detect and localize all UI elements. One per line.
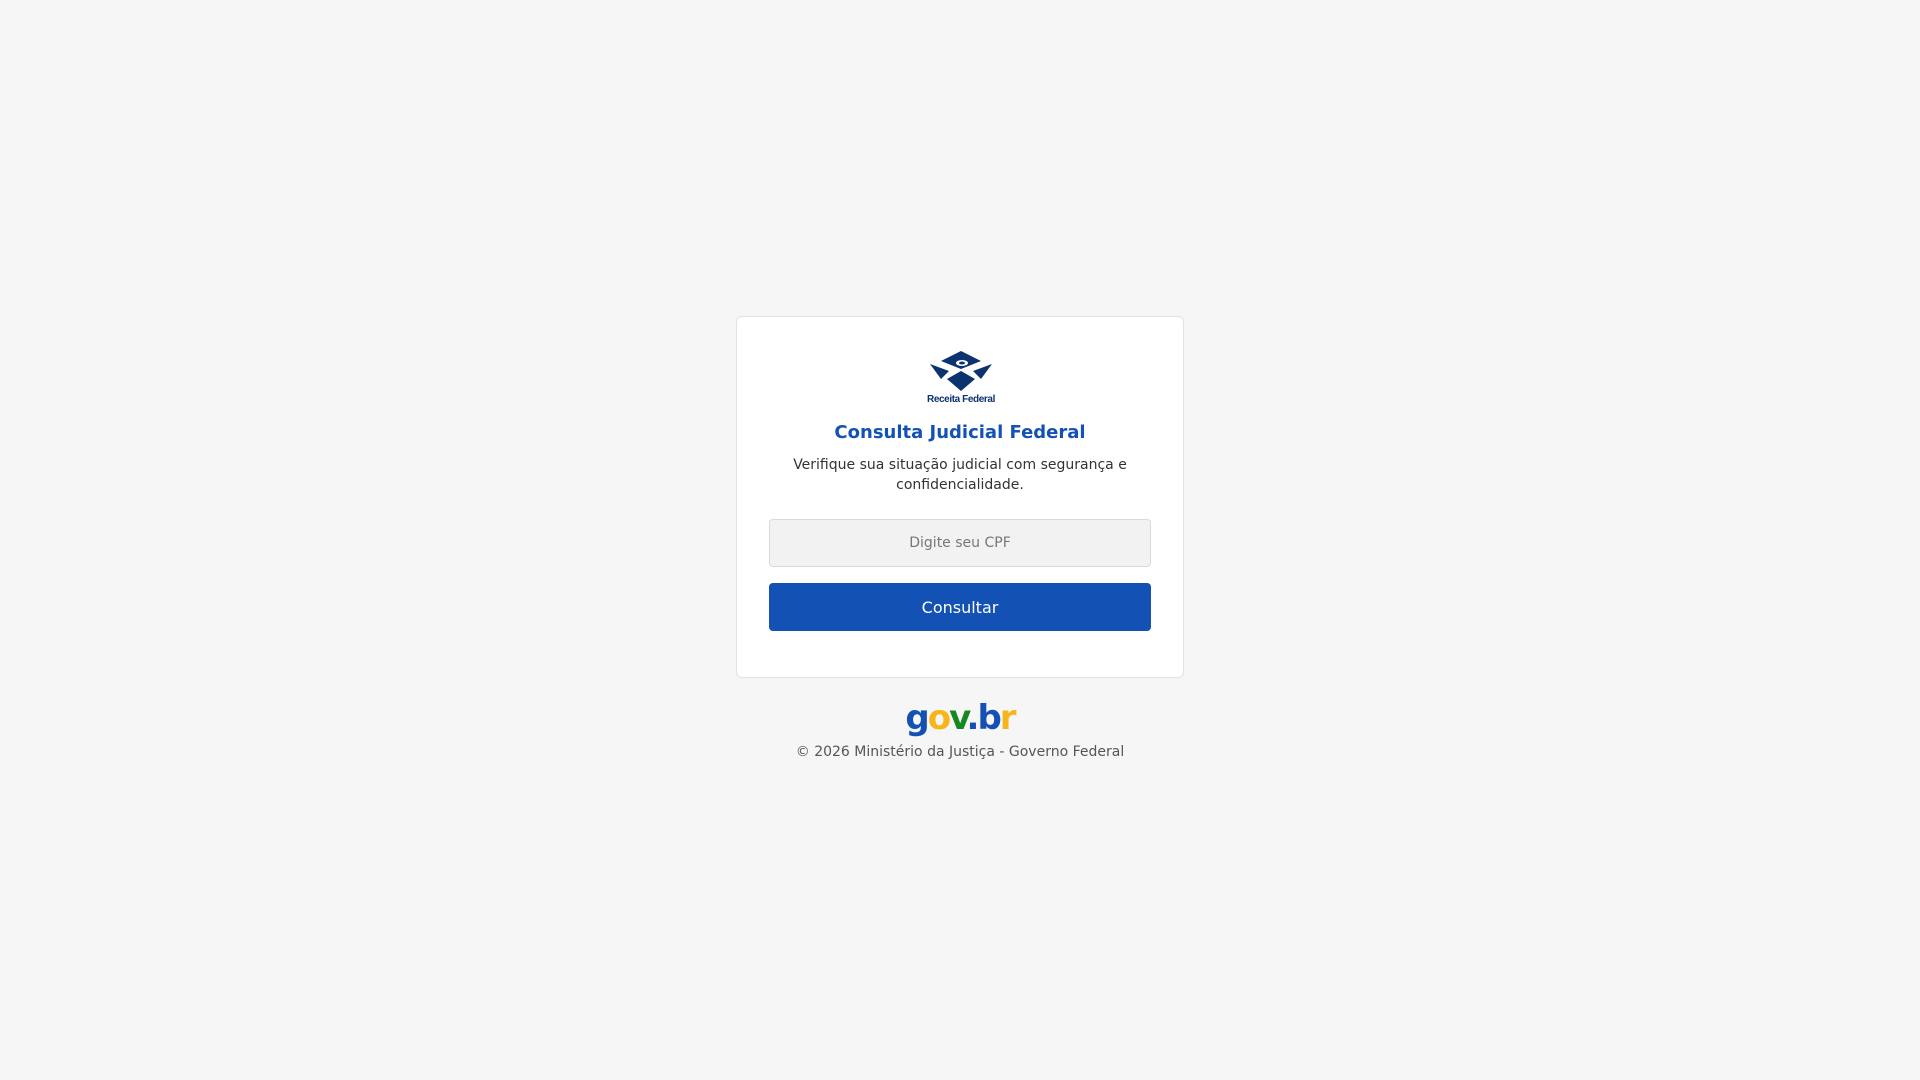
consultar-button[interactable]: Consultar: [769, 583, 1151, 631]
consulta-card: Receita Federal Consulta Judicial Federa…: [736, 316, 1184, 678]
receita-federal-logo-icon: [930, 351, 992, 391]
govbr-logo-b: b: [977, 698, 1001, 738]
govbr-logo-g: g: [905, 698, 929, 738]
page: Receita Federal Consulta Judicial Federa…: [0, 0, 1920, 1080]
govbr-logo: gov.br: [905, 698, 1017, 738]
logo-caption: Receita Federal: [927, 394, 995, 405]
copyright-text: © 2026 Ministério da Justiça - Governo F…: [795, 744, 1125, 760]
receita-federal-logo: Receita Federal: [925, 351, 997, 407]
page-subtitle: Verifique sua situação judicial com segu…: [793, 457, 1127, 493]
cpf-input[interactable]: [769, 519, 1151, 567]
govbr-logo-o: o: [927, 698, 951, 738]
page-title: Consulta Judicial Federal: [834, 422, 1086, 443]
govbr-logo-dot: .: [966, 698, 980, 738]
govbr-logo-v: v: [949, 698, 968, 738]
footer: gov.br © 2026 Ministério da Justiça - Go…: [0, 700, 1920, 760]
govbr-logo-r: r: [999, 698, 1017, 738]
